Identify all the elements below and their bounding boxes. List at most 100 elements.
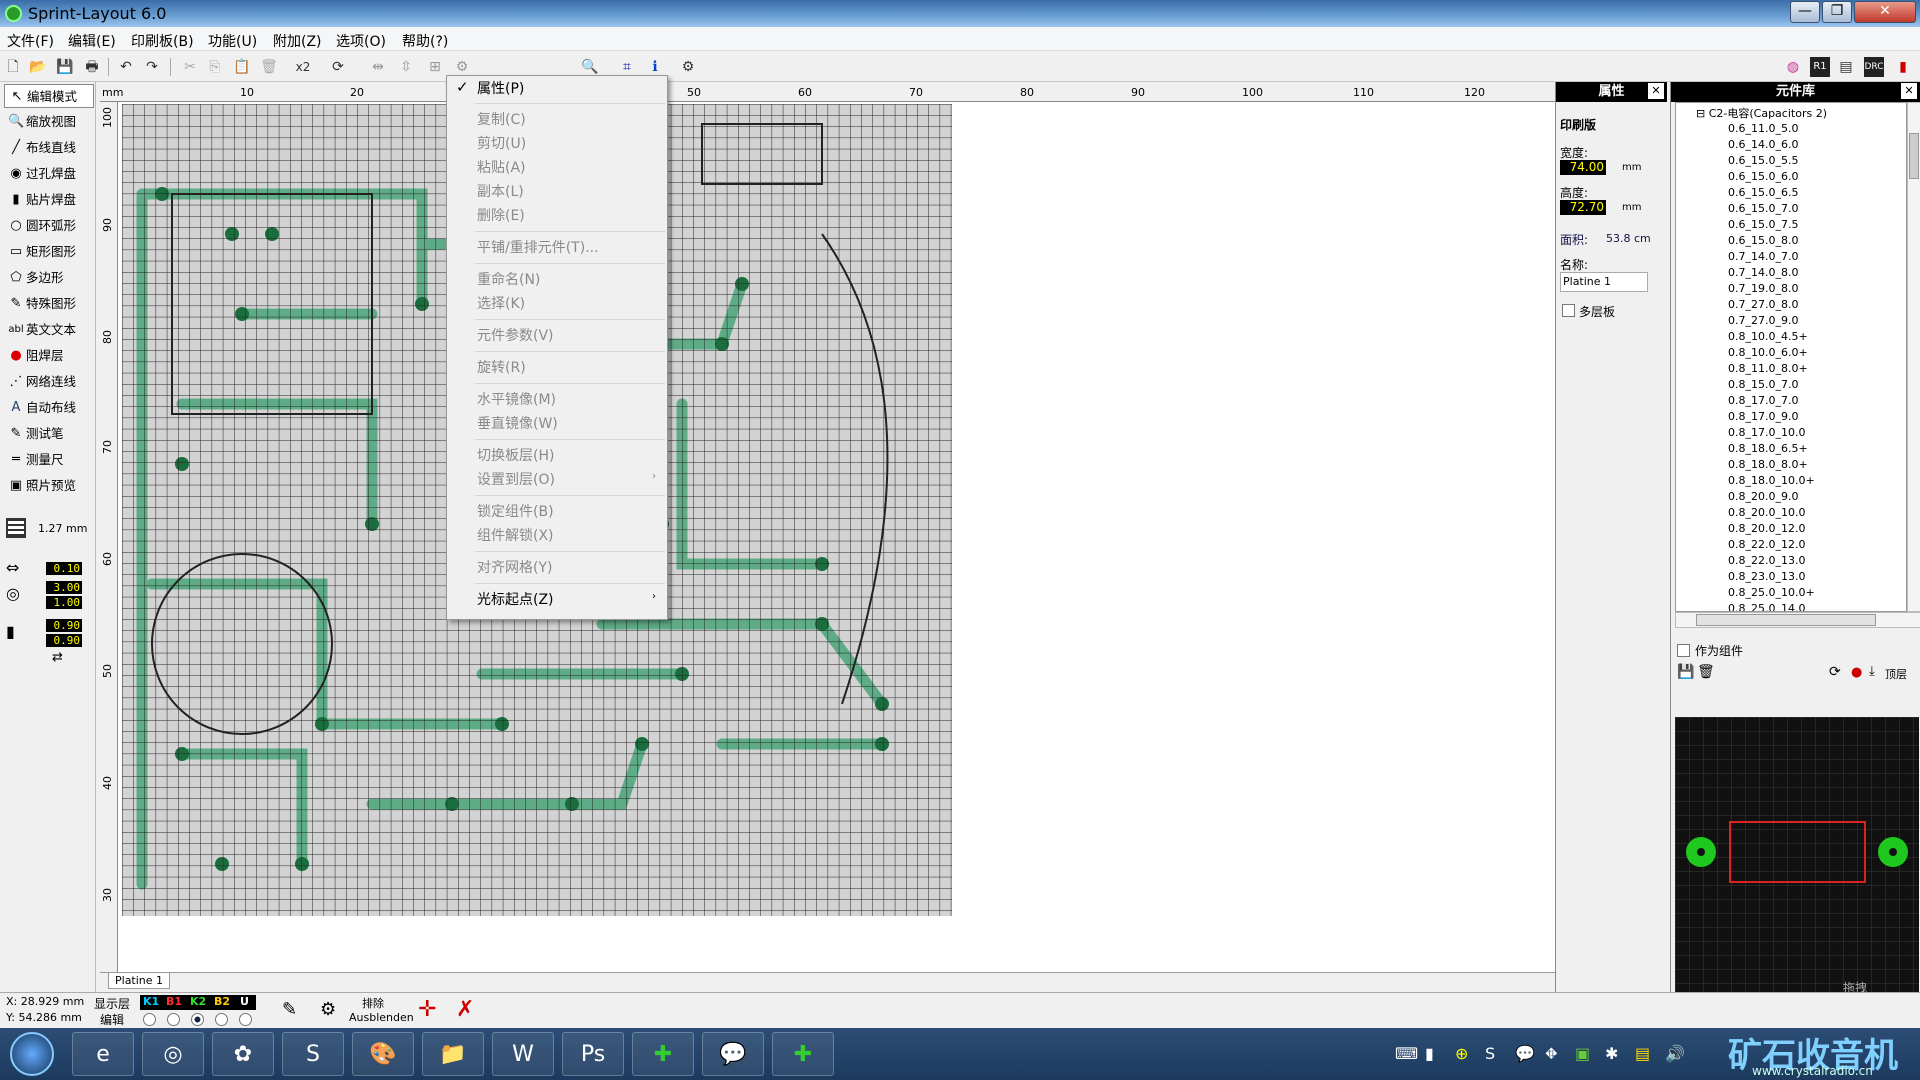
library-item[interactable]: 0.8_17.0_9.0 bbox=[1728, 409, 1798, 425]
align-icon[interactable]: ⊞ bbox=[425, 57, 445, 77]
tree-root[interactable]: ⊟ C2-电容(Capacitors 2) bbox=[1696, 105, 1827, 121]
tool-zoom[interactable]: 🔍 缩放视图 bbox=[4, 110, 94, 134]
library-item[interactable]: 0.8_11.0_8.0+ bbox=[1728, 361, 1808, 377]
menu-item-properties[interactable]: 属性(P) bbox=[477, 78, 662, 100]
components-icon[interactable]: ▤ bbox=[1836, 57, 1856, 77]
paint-icon[interactable]: 🎨 bbox=[352, 1032, 414, 1076]
library-item[interactable]: 0.7_14.0_7.0 bbox=[1728, 249, 1798, 265]
tool-photo-view[interactable]: ▣ 照片预览 bbox=[4, 474, 94, 498]
layer-radio-k2[interactable] bbox=[191, 1013, 204, 1026]
layer-radio-k1[interactable] bbox=[143, 1013, 156, 1026]
tool-track[interactable]: ╱ 布线直线 bbox=[4, 136, 94, 160]
word-icon[interactable]: W bbox=[492, 1032, 554, 1076]
chrome-icon[interactable]: ◎ bbox=[142, 1032, 204, 1076]
save-icon[interactable]: 💾 bbox=[1677, 664, 1694, 680]
layer-b1[interactable]: B1 bbox=[166, 995, 182, 1008]
library-item[interactable]: 0.7_27.0_8.0 bbox=[1728, 297, 1798, 313]
menu-item-copy[interactable]: 复制(C) bbox=[477, 109, 662, 131]
menu-item-cut[interactable]: 剪切(U) bbox=[477, 133, 662, 155]
layer-radio-b2[interactable] bbox=[215, 1013, 228, 1026]
menu-item-set-layer[interactable]: 设置到层(O) bbox=[477, 469, 662, 491]
library-item[interactable]: 0.6_15.0_7.5 bbox=[1728, 217, 1798, 233]
menu-item-tile[interactable]: 平铺/重排元件(T)... bbox=[477, 237, 662, 259]
layer-u[interactable]: U bbox=[240, 995, 249, 1008]
library-item[interactable]: 0.7_27.0_9.0 bbox=[1728, 313, 1798, 329]
menu-item-duplicate[interactable]: 副本(L) bbox=[477, 181, 662, 203]
menu-item-rotate[interactable]: 旋转(R) bbox=[477, 357, 662, 379]
tool-autoroute[interactable]: A 自动布线 bbox=[4, 396, 94, 420]
layer-b2[interactable]: B2 bbox=[214, 995, 230, 1008]
menu-item-lock[interactable]: 锁定组件(B) bbox=[477, 501, 662, 523]
undo-icon[interactable]: ↶ bbox=[116, 57, 136, 77]
rotate-icon[interactable]: ⟳ bbox=[328, 57, 348, 77]
library-item[interactable]: 0.8_18.0_6.5+ bbox=[1728, 441, 1808, 457]
library-hscrollbar[interactable] bbox=[1675, 612, 1920, 628]
menu-item-unlock[interactable]: 组件解锁(X) bbox=[477, 525, 662, 547]
sprint-layout-icon[interactable]: ✚ bbox=[632, 1032, 694, 1076]
ie-icon[interactable]: e bbox=[72, 1032, 134, 1076]
close-icon[interactable]: ✕ bbox=[1648, 83, 1664, 99]
tab-platine-1[interactable]: Platine 1 bbox=[108, 973, 171, 989]
library-item[interactable]: 0.8_20.0_12.0 bbox=[1728, 521, 1805, 537]
scroll-thumb[interactable] bbox=[1909, 133, 1919, 179]
explorer-icon[interactable]: 📁 bbox=[422, 1032, 484, 1076]
connect-icon[interactable]: ⌗ bbox=[617, 57, 637, 77]
library-item[interactable]: 0.8_10.0_6.0+ bbox=[1728, 345, 1808, 361]
smd-width-field[interactable]: 0.90 bbox=[46, 619, 82, 632]
folder-icon[interactable]: ▤ bbox=[1635, 1044, 1650, 1063]
paste-icon[interactable]: 📋 bbox=[232, 57, 252, 77]
library-item[interactable]: 0.6_14.0_6.0 bbox=[1728, 137, 1798, 153]
menu-item-snap-grid[interactable]: 对齐网格(Y) bbox=[477, 557, 662, 579]
keyboard-icon[interactable]: ⌨ bbox=[1395, 1044, 1418, 1063]
menu-item-mirror-h[interactable]: 水平镜像(M) bbox=[477, 389, 662, 411]
library-item[interactable]: 0.6_15.0_6.5 bbox=[1728, 185, 1798, 201]
layer-k2[interactable]: K2 bbox=[190, 995, 206, 1008]
swap-icon[interactable]: ⇄ bbox=[52, 650, 63, 665]
library-item[interactable]: 0.8_15.0_7.0 bbox=[1728, 377, 1798, 393]
pad-inner-field[interactable]: 1.00 bbox=[46, 596, 82, 609]
open-file-icon[interactable]: 📂 bbox=[28, 57, 48, 77]
mirror-h-icon[interactable]: ⇹ bbox=[368, 57, 388, 77]
track-width-field[interactable]: 0.10 bbox=[46, 562, 82, 575]
library-item[interactable]: 0.6_11.0_5.0 bbox=[1728, 121, 1798, 137]
menu-item-select[interactable]: 选择(K) bbox=[477, 293, 662, 315]
library-item[interactable]: 0.8_10.0_4.5+ bbox=[1728, 329, 1808, 345]
library-item[interactable]: 0.7_14.0_8.0 bbox=[1728, 265, 1798, 281]
new-file-icon[interactable]: 🗋 bbox=[3, 57, 23, 77]
menu-item-switch-layer[interactable]: 切换板层(H) bbox=[477, 445, 662, 467]
export-icon[interactable]: ▮ bbox=[1893, 57, 1913, 77]
as-component-checkbox[interactable] bbox=[1677, 644, 1690, 657]
library-tree[interactable]: ⊟ C2-电容(Capacitors 2) 0.6_11.0_5.0 0.6_14… bbox=[1675, 102, 1907, 612]
menu-extras[interactable]: 附加(Z) bbox=[273, 31, 322, 51]
library-item[interactable]: 0.8_20.0_9.0 bbox=[1728, 489, 1798, 505]
battery-icon[interactable]: ▮ bbox=[1425, 1044, 1434, 1063]
library-item[interactable]: 0.8_23.0_13.0 bbox=[1728, 569, 1805, 585]
photoshop-icon[interactable]: Ps bbox=[562, 1032, 624, 1076]
menu-file[interactable]: 文件(F) bbox=[7, 31, 54, 51]
hscroll-thumb[interactable] bbox=[1696, 614, 1876, 626]
grid-icon[interactable] bbox=[6, 518, 26, 538]
mirror-v-icon[interactable]: ⇳ bbox=[396, 57, 416, 77]
menu-function[interactable]: 功能(U) bbox=[208, 31, 257, 51]
duplicate-icon[interactable]: x2 bbox=[293, 57, 313, 77]
bluetooth-icon[interactable]: ✱ bbox=[1605, 1044, 1618, 1063]
sogou-tray-icon[interactable]: S bbox=[1485, 1044, 1495, 1063]
tool-circle[interactable]: ○ 圆环弧形 bbox=[4, 214, 94, 238]
wechat-icon[interactable]: 💬 bbox=[702, 1032, 764, 1076]
delete-icon[interactable]: 🗑 bbox=[259, 57, 279, 77]
close-icon[interactable]: ✕ bbox=[1901, 83, 1917, 99]
no-connection-icon[interactable]: ✗ bbox=[456, 997, 474, 1022]
minimize-button[interactable]: — bbox=[1790, 1, 1820, 23]
start-button[interactable] bbox=[10, 1032, 54, 1076]
width-field[interactable]: 74.00 bbox=[1560, 160, 1606, 175]
maximize-button[interactable]: ❐ bbox=[1822, 1, 1852, 23]
drc-icon[interactable]: DRC bbox=[1864, 57, 1884, 77]
copy-icon[interactable]: ⎘ bbox=[205, 57, 225, 77]
photo-view-icon[interactable]: ◍ bbox=[1783, 57, 1803, 77]
menu-item-paste[interactable]: 粘贴(A) bbox=[477, 157, 662, 179]
height-field[interactable]: 72.70 bbox=[1560, 200, 1606, 215]
menu-edit[interactable]: 编辑(E) bbox=[68, 31, 116, 51]
volume-icon[interactable]: 🔊 bbox=[1665, 1044, 1685, 1063]
import-icon[interactable]: ⤓ bbox=[1869, 664, 1875, 679]
library-item[interactable]: 0.8_25.0_10.0+ bbox=[1728, 585, 1815, 601]
